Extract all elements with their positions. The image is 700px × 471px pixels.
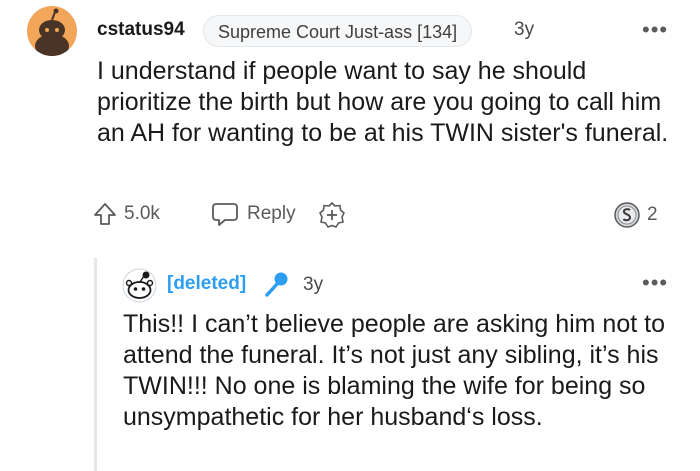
- comment-header: cstatus94 Supreme Court Just-ass [134] 3…: [0, 0, 700, 60]
- snoo-avatar-icon[interactable]: [27, 6, 77, 56]
- reply-author[interactable]: [deleted]: [167, 273, 246, 295]
- award-badge[interactable]: 2: [612, 200, 658, 230]
- reply-body: This!! I can’t believe people are asking…: [123, 310, 665, 431]
- give-award-button[interactable]: [318, 201, 346, 229]
- upvote-button[interactable]: 5.0k: [92, 201, 160, 227]
- comment-body: I understand if people want to say he sh…: [97, 57, 669, 147]
- user-flair: Supreme Court Just-ass [134]: [203, 15, 473, 47]
- reply-age: 3y: [303, 274, 324, 295]
- reply-label: Reply: [247, 203, 296, 224]
- reply-button[interactable]: Reply: [211, 201, 296, 227]
- reply-more-options-icon[interactable]: •••: [642, 270, 668, 296]
- more-options-icon[interactable]: •••: [642, 17, 668, 43]
- award-count: 2: [647, 204, 658, 225]
- comment-age: 3y: [514, 19, 535, 40]
- comment-action-bar: 5.0k Reply 2: [92, 199, 672, 231]
- award-plus-icon: [319, 202, 345, 228]
- thread-line[interactable]: [94, 258, 97, 471]
- silver-award-icon: [614, 202, 640, 228]
- microphone-icon: [262, 270, 290, 298]
- upvote-count: 5.0k: [124, 203, 160, 224]
- comment-author[interactable]: cstatus94: [97, 19, 185, 41]
- reply-bubble-icon: [212, 203, 238, 226]
- snoo-deleted-avatar-icon: [122, 268, 157, 303]
- upvote-arrow-icon: [94, 203, 116, 225]
